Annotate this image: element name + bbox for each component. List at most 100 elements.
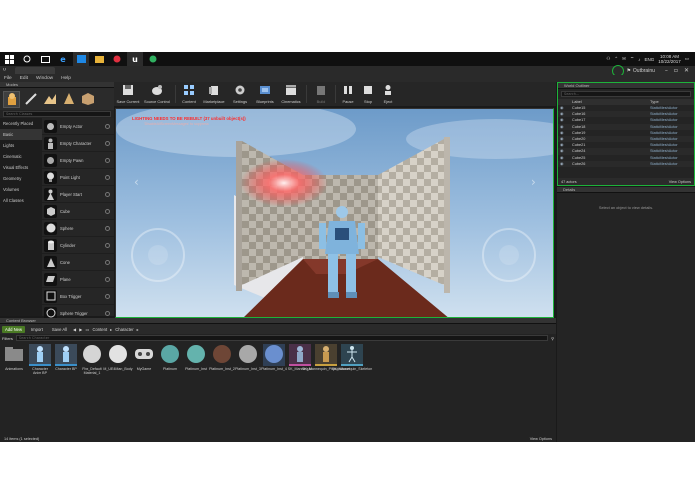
edge-icon[interactable]: e	[57, 54, 69, 64]
actor-item-point-light[interactable]: Point Light	[42, 169, 114, 186]
eject-button[interactable]: Eject	[379, 82, 397, 106]
help-icon[interactable]	[105, 191, 110, 197]
language-indicator[interactable]: ENG	[644, 57, 654, 62]
import-button[interactable]: Import	[28, 326, 46, 333]
help-icon[interactable]	[105, 157, 110, 163]
search-character-input[interactable]: Search Character	[15, 335, 549, 341]
breadcrumb-character[interactable]: Character	[115, 327, 133, 332]
menu-file[interactable]: File	[4, 76, 12, 81]
actor-item-empty-character[interactable]: Empty Character	[42, 135, 114, 152]
forward-arrow-icon[interactable]: ▶	[79, 327, 82, 332]
save-all-button[interactable]: Save All	[49, 326, 70, 333]
folder-icon[interactable]: ▭	[85, 327, 89, 332]
actor-item-plane[interactable]: Plane	[42, 271, 114, 288]
actor-item-cone[interactable]: Cone	[42, 254, 114, 271]
people-icon[interactable]: ⚇	[606, 56, 610, 62]
eye-icon[interactable]: ◉	[558, 161, 572, 167]
close-icon[interactable]: ✕	[684, 67, 689, 74]
category-basic[interactable]: Basic	[0, 129, 42, 140]
level-tab[interactable]	[15, 67, 55, 74]
asset-tile[interactable]: Character BP	[54, 344, 78, 375]
menu-edit[interactable]: Edit	[20, 76, 28, 81]
category-lights[interactable]: Lights	[0, 140, 42, 151]
category-cinematic[interactable]: Cinematic	[0, 151, 42, 162]
content-button[interactable]: Content	[179, 82, 199, 106]
source-control-button[interactable]: Source Control	[142, 82, 172, 106]
help-icon[interactable]	[105, 174, 110, 180]
breadcrumb-content[interactable]: Content	[92, 327, 107, 332]
actor-item-cube[interactable]: Cube	[42, 203, 114, 220]
actor-item-empty-pawn[interactable]: Empty Pawn	[42, 152, 114, 169]
world-outliner-tab[interactable]: World Outliner	[558, 83, 694, 89]
search-icon[interactable]: ⚲	[551, 336, 554, 341]
back-arrow-icon[interactable]: ◀	[73, 327, 76, 332]
table-row[interactable]: ◉ Cube26 StaticMeshActor	[558, 160, 694, 167]
marketplace-button[interactable]: Marketplace	[201, 82, 227, 106]
content-view-options[interactable]: View Options	[530, 437, 552, 441]
save-current-button[interactable]: Save Current	[116, 82, 140, 106]
help-icon[interactable]	[105, 140, 110, 146]
volume-icon[interactable]: ♪	[638, 57, 640, 62]
network-icon[interactable]: ⌔	[630, 56, 634, 62]
help-icon[interactable]	[105, 310, 110, 316]
asset-tile[interactable]: Animations	[2, 344, 26, 375]
maximize-icon[interactable]: ▫	[674, 67, 678, 74]
outliner-view-options[interactable]: View Options	[669, 180, 691, 184]
asset-tile[interactable]: SK_Mannequin_Skeleton	[332, 344, 372, 375]
build-button[interactable]: Build	[310, 82, 332, 106]
help-icon[interactable]	[105, 259, 110, 265]
notification-icon[interactable]: ✉	[622, 56, 626, 62]
opera-icon[interactable]	[111, 54, 123, 64]
outliner-search-input[interactable]: Search...	[561, 91, 691, 97]
details-tab[interactable]: Details	[557, 187, 695, 193]
windows-start-icon[interactable]	[3, 54, 15, 64]
asset-tile[interactable]: Platinum_Inst_2	[209, 344, 235, 375]
actor-item-sphere[interactable]: Sphere	[42, 220, 114, 237]
stop-button[interactable]: Stop	[359, 82, 377, 106]
cinematics-button[interactable]: Cinematics	[279, 82, 303, 106]
filters-button[interactable]: Filters	[2, 336, 13, 341]
help-icon[interactable]	[105, 225, 110, 231]
pause-button[interactable]: Pause	[339, 82, 357, 106]
file-explorer-icon[interactable]	[93, 54, 105, 64]
action-center-icon[interactable]: ▭	[685, 56, 689, 62]
actor-item-empty-actor[interactable]: Empty Actor	[42, 118, 114, 135]
asset-tile[interactable]: Character Anim BP	[28, 344, 52, 375]
asset-tile[interactable]: Platinum_Inst_3	[235, 344, 261, 375]
asset-tile[interactable]: Platinum_Inst	[184, 344, 208, 375]
place-mode-icon[interactable]	[3, 90, 20, 108]
chevron-up-icon[interactable]: ⌃	[614, 56, 618, 62]
asset-tile[interactable]: Platinum	[158, 344, 182, 375]
asset-tile[interactable]: MyGame	[132, 344, 156, 375]
help-icon[interactable]	[105, 293, 110, 299]
menu-window[interactable]: Window	[36, 76, 53, 81]
landscape-mode-icon[interactable]	[41, 91, 58, 108]
settings-button[interactable]: Settings	[229, 82, 251, 106]
blueprints-button[interactable]: Blueprints	[253, 82, 277, 106]
asset-tile-selected[interactable]: Platinum_Inst_4	[261, 344, 287, 375]
asset-tile[interactable]: Fbx_Default Material_1	[80, 344, 104, 375]
actor-item-box-trigger[interactable]: Box Trigger	[42, 288, 114, 305]
menu-help[interactable]: Help	[61, 76, 71, 81]
actor-item-player-start[interactable]: Player Start	[42, 186, 114, 203]
game-taskbar-icon[interactable]	[147, 54, 159, 64]
paint-mode-icon[interactable]	[22, 91, 39, 108]
level-viewport[interactable]: ‹ › LIGHTING NEEDS TO BE REBUILT (37 unb…	[115, 108, 554, 318]
category-volumes[interactable]: Volumes	[0, 184, 42, 195]
cortana-icon[interactable]	[21, 54, 33, 64]
asset-tile[interactable]: M_UE4Man_Body	[103, 344, 133, 375]
category-all-classes[interactable]: All Classes	[0, 195, 42, 206]
category-recently-placed[interactable]: Recently Placed	[0, 118, 42, 129]
actor-item-cylinder[interactable]: Cylinder	[42, 237, 114, 254]
clock[interactable]: 10:08 AM 10/22/2017	[658, 54, 681, 64]
help-icon[interactable]	[105, 208, 110, 214]
category-visual-effects[interactable]: Visual Effects	[0, 162, 42, 173]
category-geometry[interactable]: Geometry	[0, 173, 42, 184]
geometry-mode-icon[interactable]	[79, 91, 96, 108]
taskbar-app-icon[interactable]	[73, 52, 89, 66]
help-icon[interactable]	[105, 123, 110, 129]
add-new-button[interactable]: Add New	[2, 325, 25, 333]
search-classes-input[interactable]: Search Classes	[3, 111, 111, 117]
help-icon[interactable]	[105, 242, 110, 248]
unreal-taskbar-icon[interactable]: u	[127, 52, 143, 66]
